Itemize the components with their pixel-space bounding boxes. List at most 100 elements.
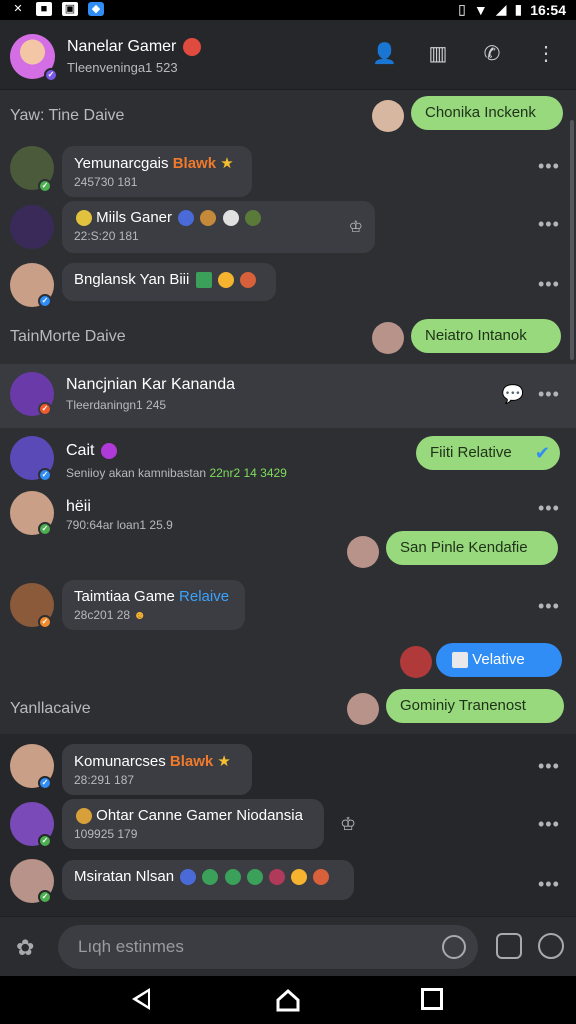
- clock: 16:54: [530, 1, 566, 18]
- message-bubble[interactable]: Chonika Inckenk: [411, 96, 563, 130]
- avatar: [347, 536, 379, 568]
- shield-icon: ◆: [88, 2, 104, 16]
- list-item[interactable]: Bnglansk Yan Biii: [62, 263, 276, 301]
- more-icon[interactable]: •••: [538, 384, 559, 405]
- globe-icon: [178, 210, 195, 227]
- star-icon: ★: [217, 753, 231, 770]
- more-icon[interactable]: ⋮: [534, 42, 558, 66]
- avatar: [400, 646, 432, 678]
- signal-icon: ◢: [495, 1, 507, 17]
- bug-icon: [244, 210, 261, 227]
- battery-icon: ▮: [514, 1, 523, 17]
- check-icon: ✔: [534, 443, 550, 463]
- notification-icon: ✕: [13, 3, 23, 15]
- skull-icon: [222, 210, 239, 227]
- crown-icon[interactable]: ♔: [340, 814, 356, 835]
- voice-icon[interactable]: [538, 933, 564, 959]
- image-icon: [452, 652, 468, 669]
- crown-icon[interactable]: ♔: [349, 217, 363, 237]
- mask-icon: [200, 210, 217, 227]
- verified-icon: ✓: [38, 468, 52, 482]
- list-item[interactable]: Ohtar Canne Gamer Niodansia 109925 179: [62, 799, 324, 850]
- chat-subtitle: Tleenveninga1 523: [67, 60, 178, 75]
- message-bubble[interactable]: Velative: [436, 643, 562, 677]
- section-label: TainMorte Daive: [10, 328, 126, 345]
- contact-name: Cait: [66, 442, 117, 460]
- scrollbar[interactable]: [570, 120, 574, 360]
- mushroom-icon: [76, 210, 92, 227]
- recents-icon[interactable]: [421, 988, 443, 1010]
- face-icon: [291, 869, 308, 886]
- screen-icon: [195, 272, 212, 289]
- verified-icon: ✓: [44, 68, 58, 82]
- verified-icon: ✓: [38, 615, 52, 629]
- gear-icon[interactable]: ✿: [16, 935, 34, 961]
- list-item[interactable]: Miils Ganer 22:S:20 181 ♔: [62, 201, 375, 253]
- list-item[interactable]: ✓ Nancjnian Kar Kananda Tleerdaningn1 24…: [0, 364, 576, 428]
- avatar: [372, 322, 404, 354]
- vibrate-icon: ▯: [458, 1, 466, 17]
- avatar: [347, 693, 379, 725]
- contact-name: hëii: [66, 498, 91, 515]
- globe-icon: [180, 869, 197, 886]
- message-list[interactable]: Yaw: Tine Daive Chonika Inckenk ✓ Yemuna…: [0, 90, 576, 916]
- wifi-icon: ▼: [473, 1, 488, 18]
- more-icon[interactable]: •••: [538, 814, 559, 835]
- list-item[interactable]: Yemunarcgais Blawk ★ 245730 181: [62, 146, 252, 197]
- message-bubble[interactable]: San Pinle Kendafie: [386, 531, 558, 565]
- message-bubble[interactable]: Neiatro Intanok: [411, 319, 561, 353]
- add-contact-icon[interactable]: 👤: [372, 42, 397, 66]
- sticker-icon[interactable]: [496, 933, 522, 959]
- face-icon: [217, 272, 234, 289]
- sim-icon: ▣: [62, 2, 78, 16]
- composer: ✿ Lıqh estinmes: [0, 916, 576, 976]
- burger-icon: [313, 869, 330, 886]
- section-label: Yaw: Tine Daive: [10, 107, 125, 124]
- more-icon[interactable]: •••: [538, 274, 559, 295]
- contact-meta: 790:64ar loan1 25.9: [66, 518, 173, 532]
- list-item[interactable]: Taimtiaa Game Relaive 28c201 28 ☻: [62, 580, 245, 630]
- call-icon[interactable]: ✆: [480, 42, 504, 66]
- message-input[interactable]: Lıqh estinmes: [58, 925, 478, 969]
- chat-header: ✓ Nanelar Gamer Tleenveninga1 523 👤 ▥ ✆ …: [0, 20, 576, 90]
- leaf-icon: [202, 869, 219, 886]
- more-icon[interactable]: •••: [538, 596, 559, 617]
- more-icon[interactable]: •••: [538, 756, 559, 777]
- message-bubble[interactable]: Fiiti Relative ✔: [416, 436, 560, 470]
- gem-icon: [268, 869, 285, 886]
- verified-icon: ✓: [38, 179, 52, 193]
- bookmark-icon[interactable]: ▥: [426, 42, 450, 66]
- more-icon[interactable]: •••: [538, 156, 559, 177]
- list-item[interactable]: Msiratan Nlsan: [62, 860, 354, 900]
- verified-icon: ✓: [38, 522, 52, 536]
- verified-icon: ✓: [38, 890, 52, 904]
- app-icon: ■: [36, 2, 52, 16]
- avatar: [372, 100, 404, 132]
- more-icon[interactable]: •••: [538, 498, 559, 519]
- back-icon[interactable]: [132, 988, 150, 1010]
- verified-icon: ✓: [38, 294, 52, 308]
- avatar[interactable]: [10, 205, 54, 249]
- verified-icon: ✓: [38, 834, 52, 848]
- controller-icon: [76, 808, 92, 825]
- list-item[interactable]: Komunarcses Blawk ★ 28:291 187: [62, 744, 252, 795]
- gem-icon: [100, 442, 117, 459]
- burger-icon: [239, 272, 256, 289]
- ball-icon: [182, 38, 201, 56]
- section-label: Yanllacaive: [10, 700, 91, 717]
- verified-icon: ✓: [38, 402, 52, 416]
- status-bar: ✕ ■ ▣ ◆ ▯ ▼ ◢ ▮ 16:54: [0, 0, 576, 20]
- chat-title[interactable]: Nanelar Gamer: [67, 38, 201, 56]
- home-icon[interactable]: [276, 988, 300, 1012]
- leaf-icon: [246, 869, 263, 886]
- verified-icon: ✓: [38, 776, 52, 790]
- message-bubble[interactable]: Gominiy Tranenost: [386, 689, 564, 723]
- contact-meta: Seniioy akan kamnibastan 22nr2 14 3429: [66, 466, 287, 480]
- more-icon[interactable]: •••: [538, 874, 559, 895]
- mask-icon: ☻: [133, 608, 147, 622]
- more-icon[interactable]: •••: [538, 214, 559, 235]
- comment-icon[interactable]: 💬: [502, 384, 524, 405]
- star-icon: ★: [220, 155, 234, 172]
- emoji-icon[interactable]: [442, 935, 466, 959]
- system-nav-bar: [0, 976, 576, 1024]
